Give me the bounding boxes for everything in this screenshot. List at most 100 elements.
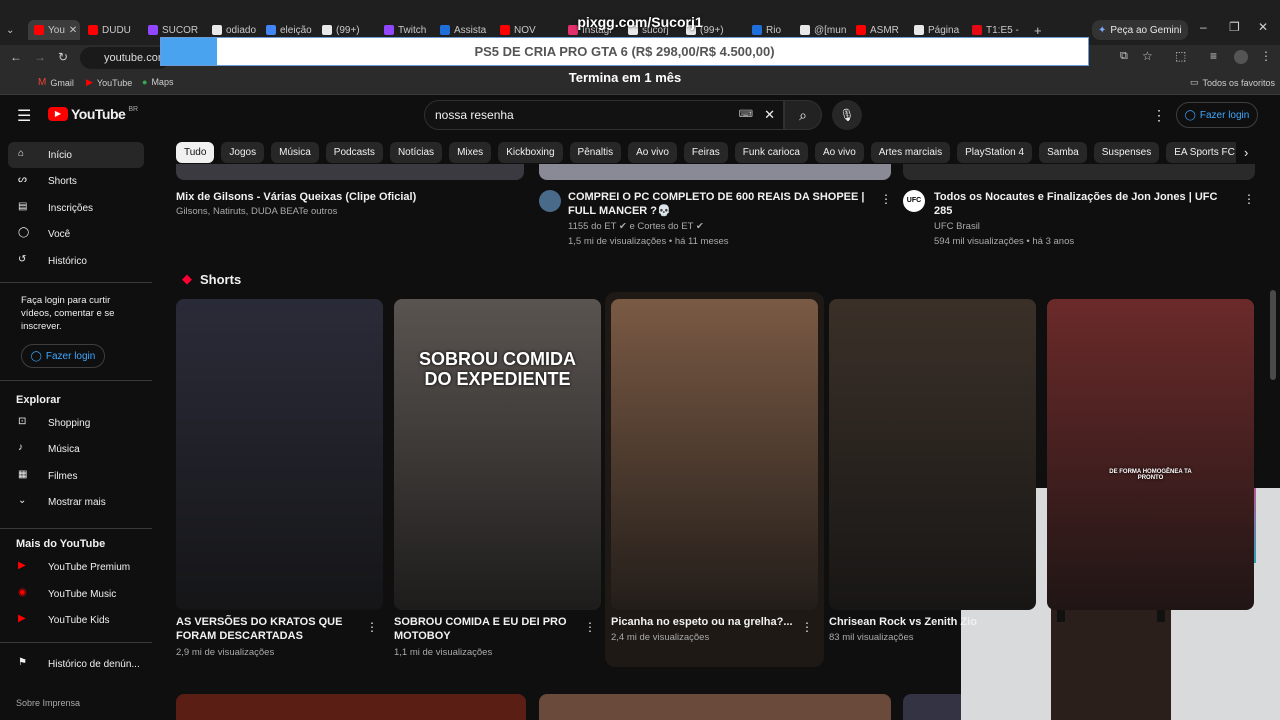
filter-chip[interactable]: Mixes bbox=[449, 142, 492, 163]
video-channel[interactable]: 1155 do ET ✔ e Cortes do ET ✔ bbox=[568, 219, 868, 234]
video-thumbnail[interactable] bbox=[903, 694, 963, 720]
sidebar-footer[interactable]: Sobre Imprensa bbox=[16, 698, 80, 708]
bookmark-star-icon[interactable]: ☆ bbox=[1142, 49, 1153, 63]
overlay-subtitle: Termina em 1 mês bbox=[568, 70, 682, 85]
shorts-logo-icon: ◆ bbox=[182, 271, 192, 286]
youtube-logo-icon: ▶ bbox=[48, 107, 68, 121]
media-icon[interactable]: ≡ bbox=[1210, 49, 1217, 63]
filter-chip[interactable]: Música bbox=[271, 142, 319, 163]
shorts-icon: ᔕ bbox=[18, 174, 27, 185]
filter-chip[interactable]: Suspenses bbox=[1093, 142, 1160, 163]
chips-next-icon[interactable]: › bbox=[1244, 145, 1248, 160]
sidebar-item-shorts[interactable]: ᔕ Shorts bbox=[8, 168, 144, 194]
clear-search-icon[interactable]: ✕ bbox=[764, 101, 775, 129]
search-button[interactable]: ⌕ bbox=[784, 100, 822, 130]
youtube-logo[interactable]: ▶ YouTube BR bbox=[48, 106, 138, 122]
short-thumbnail[interactable] bbox=[829, 299, 1036, 610]
header-login-button[interactable]: ◯ Fazer login bbox=[1176, 102, 1258, 128]
filter-chip-bar: Tudo Jogos Música Podcasts Notícias Mixes Kick… bbox=[176, 142, 1236, 164]
sidebar-item-show-more[interactable]: ⌄ Mostrar mais bbox=[8, 489, 144, 515]
youtube-kids-icon: ▶ bbox=[18, 613, 26, 624]
more-actions-icon[interactable]: ⋮ bbox=[366, 620, 378, 634]
short-thumbnail[interactable]: DE FORMA HOMOGÊNEA TA PRONTO bbox=[1047, 299, 1254, 610]
sidebar-item-report-history[interactable]: ⚑ Histórico de denún... bbox=[8, 651, 144, 677]
sidebar-item-you[interactable]: ◯ Você bbox=[8, 221, 144, 247]
filter-chip[interactable]: Samba bbox=[1039, 142, 1087, 163]
short-thumbnail[interactable] bbox=[611, 299, 818, 610]
sidebar-item-home[interactable]: ⌂ Início bbox=[8, 142, 144, 168]
keyboard-icon[interactable]: ⌨ bbox=[739, 101, 753, 129]
video-channel[interactable]: Gilsons, Natiruts, DUDA BEATe outros bbox=[176, 204, 526, 219]
sidebar-item-movies[interactable]: ▦ Filmes bbox=[8, 463, 144, 489]
page-scrollbar[interactable] bbox=[1270, 290, 1276, 380]
settings-menu-icon[interactable]: ⋮ bbox=[1152, 107, 1166, 124]
shorts-section-header: ◆ Shorts bbox=[182, 271, 241, 287]
sidebar-item-music[interactable]: ♪ Música bbox=[8, 436, 144, 462]
sidebar: ⌂ Início ᔕ Shorts ▤ Inscrições ◯ Você ↺ Histó… bbox=[0, 136, 155, 720]
divider bbox=[0, 642, 152, 643]
film-icon: ▦ bbox=[18, 469, 28, 480]
account-icon: ◯ bbox=[1184, 109, 1196, 121]
short-title[interactable]: SOBROU COMIDA E EU DEI PRO MOTOBOY bbox=[394, 615, 579, 643]
search-icon: ⌕ bbox=[799, 107, 807, 123]
channel-avatar[interactable]: UFC bbox=[903, 190, 925, 212]
short-title[interactable]: Chrisean Rock vs Zenith Zio bbox=[829, 615, 1014, 629]
filter-chip[interactable]: Tudo bbox=[176, 142, 215, 163]
video-title[interactable]: COMPREI O PC COMPLETO DE 600 REAIS DA SH… bbox=[568, 190, 868, 218]
back-icon[interactable]: ← bbox=[10, 50, 22, 64]
filter-chip[interactable]: Jogos bbox=[221, 142, 265, 163]
profile-avatar[interactable] bbox=[1234, 50, 1248, 64]
video-thumbnail[interactable] bbox=[176, 694, 526, 720]
sidebar-item-shopping[interactable]: ⊡ Shopping bbox=[8, 410, 144, 436]
filter-chip[interactable]: PlayStation 4 bbox=[957, 142, 1033, 163]
reload-icon[interactable]: ↻ bbox=[58, 50, 68, 64]
video-card[interactable]: Todos os Nocautes e Finalizações de Jon … bbox=[934, 190, 1234, 249]
home-icon: ⌂ bbox=[18, 148, 25, 159]
sidebar-login-button[interactable]: ◯ Fazer login bbox=[21, 344, 105, 368]
short-title[interactable]: AS VERSÕES DO KRATOS QUE FORAM DESCARTAD… bbox=[176, 615, 361, 643]
video-thumbnail[interactable] bbox=[903, 164, 1255, 180]
more-actions-icon[interactable]: ⋮ bbox=[1243, 192, 1255, 206]
extensions-icon[interactable]: ⬚ bbox=[1175, 49, 1186, 63]
history-icon: ↺ bbox=[18, 254, 27, 265]
menu-icon[interactable]: ☰ bbox=[17, 106, 31, 126]
video-card[interactable]: COMPREI O PC COMPLETO DE 600 REAIS DA SH… bbox=[568, 190, 868, 249]
filter-chip[interactable]: Feiras bbox=[683, 142, 728, 163]
filter-chip[interactable]: Pênaltis bbox=[569, 142, 622, 163]
sidebar-item-subscriptions[interactable]: ▤ Inscrições bbox=[8, 195, 144, 221]
video-channel[interactable]: UFC Brasil bbox=[934, 219, 1234, 234]
channel-avatar[interactable] bbox=[539, 190, 561, 212]
video-thumbnail[interactable] bbox=[176, 164, 524, 180]
sidebar-item-youtube-kids[interactable]: ▶ YouTube Kids bbox=[8, 607, 144, 633]
more-actions-icon[interactable]: ⋮ bbox=[880, 192, 892, 206]
sidebar-item-youtube-music[interactable]: ◉ YouTube Music bbox=[8, 581, 144, 607]
video-card[interactable]: Mix de Gilsons - Várias Queixas (Clipe O… bbox=[176, 190, 526, 219]
short-title[interactable]: Picanha no espeto ou na grelha?... bbox=[611, 615, 796, 629]
browser-menu-icon[interactable]: ⋮ bbox=[1260, 49, 1272, 63]
filter-chip[interactable]: Funk carioca bbox=[734, 142, 808, 163]
short-thumbnail[interactable]: SOBROU COMIDA DO EXPEDIENTE bbox=[394, 299, 601, 610]
sidebar-item-premium[interactable]: ▶ YouTube Premium bbox=[8, 554, 144, 580]
sidebar-item-history[interactable]: ↺ Histórico bbox=[8, 248, 144, 274]
search-input[interactable]: nossa resenha ⌨ ✕ bbox=[424, 100, 784, 130]
video-title[interactable]: Mix de Gilsons - Várias Queixas (Clipe O… bbox=[176, 190, 526, 204]
address-bar[interactable]: youtube.com bbox=[80, 47, 170, 69]
filter-chip[interactable]: Ao vivo bbox=[628, 142, 677, 163]
voice-search-button[interactable]: 🎙 bbox=[832, 100, 862, 130]
more-actions-icon[interactable]: ⋮ bbox=[801, 620, 813, 634]
filter-chip[interactable]: Ao vivo bbox=[814, 142, 864, 163]
filter-chip[interactable]: Notícias bbox=[389, 142, 443, 163]
install-icon[interactable]: ⧉ bbox=[1120, 50, 1128, 63]
more-actions-icon[interactable]: ⋮ bbox=[584, 620, 596, 634]
youtube-music-icon: ◉ bbox=[18, 587, 27, 598]
filter-chip[interactable]: Podcasts bbox=[325, 142, 383, 163]
video-thumbnail[interactable] bbox=[539, 164, 891, 180]
subscriptions-icon: ▤ bbox=[18, 201, 28, 212]
video-title[interactable]: Todos os Nocautes e Finalizações de Jon … bbox=[934, 190, 1234, 218]
filter-chip[interactable]: Artes marciais bbox=[870, 142, 951, 163]
video-thumbnail[interactable] bbox=[539, 694, 891, 720]
filter-chip[interactable]: EA Sports FC bbox=[1166, 142, 1236, 163]
filter-chip[interactable]: Kickboxing bbox=[498, 142, 563, 163]
short-thumbnail[interactable] bbox=[176, 299, 383, 610]
forward-icon[interactable]: → bbox=[34, 50, 46, 64]
